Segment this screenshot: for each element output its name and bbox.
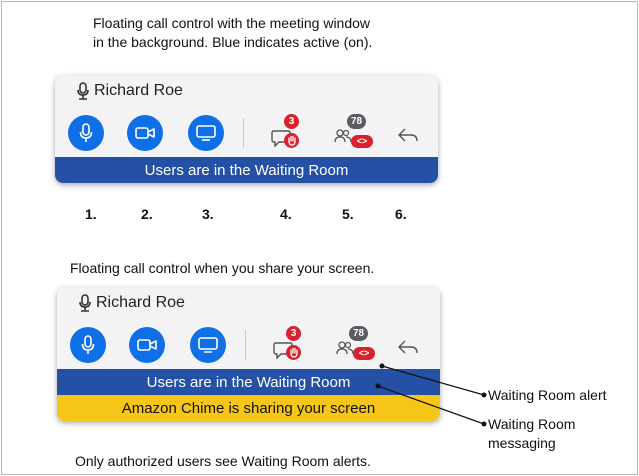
alert-callout-line: [381, 365, 485, 396]
messaging-callout-line: [377, 385, 485, 425]
waiting-room-messaging-label: Waiting Room messaging: [488, 415, 575, 453]
messaging-callout-end-dot: [481, 421, 487, 427]
waiting-room-messaging-line-1: Waiting Room: [488, 416, 576, 432]
alert-callout-dot: [379, 363, 385, 369]
waiting-room-alert-label: Waiting Room alert: [488, 387, 607, 403]
alert-callout-end-dot: [481, 392, 487, 398]
messaging-callout-dot: [375, 383, 381, 389]
bottom-caption: Only authorized users see Waiting Room a…: [75, 453, 371, 469]
waiting-room-messaging-line-2: messaging: [488, 435, 556, 451]
